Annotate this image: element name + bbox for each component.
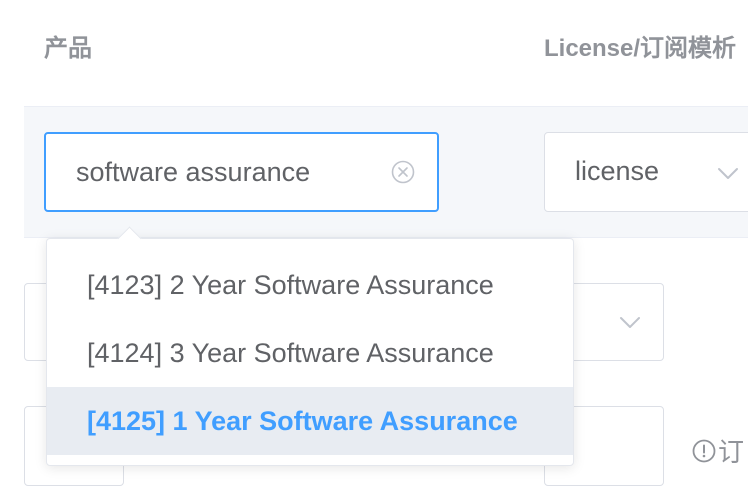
- dropdown-option[interactable]: [4124] 3 Year Software Assurance: [47, 319, 573, 387]
- product-search-input[interactable]: software assurance: [44, 132, 439, 212]
- chevron-down-icon: [718, 168, 738, 179]
- table-header: 产品 License/订阅模析: [24, 0, 748, 107]
- dropdown-option-selected[interactable]: [4125] 1 Year Software Assurance: [47, 387, 573, 455]
- header-product: 产品: [44, 35, 92, 62]
- header-license-template: License/订阅模析: [544, 35, 737, 62]
- dropdown-option[interactable]: [4123] 2 Year Software Assurance: [47, 251, 573, 319]
- info-hint-text: 订: [718, 437, 745, 467]
- product-search-value: software assurance: [76, 157, 311, 187]
- circle-x-icon[interactable]: [391, 160, 415, 184]
- license-type-select[interactable]: license: [544, 132, 748, 212]
- info-hint: 订: [692, 432, 744, 469]
- license-type-value: license: [575, 156, 660, 186]
- autocomplete-dropdown: [4123] 2 Year Software Assurance [4124] …: [46, 226, 574, 466]
- chevron-down-icon: [620, 317, 640, 328]
- exclamation-circle-icon: [692, 439, 716, 462]
